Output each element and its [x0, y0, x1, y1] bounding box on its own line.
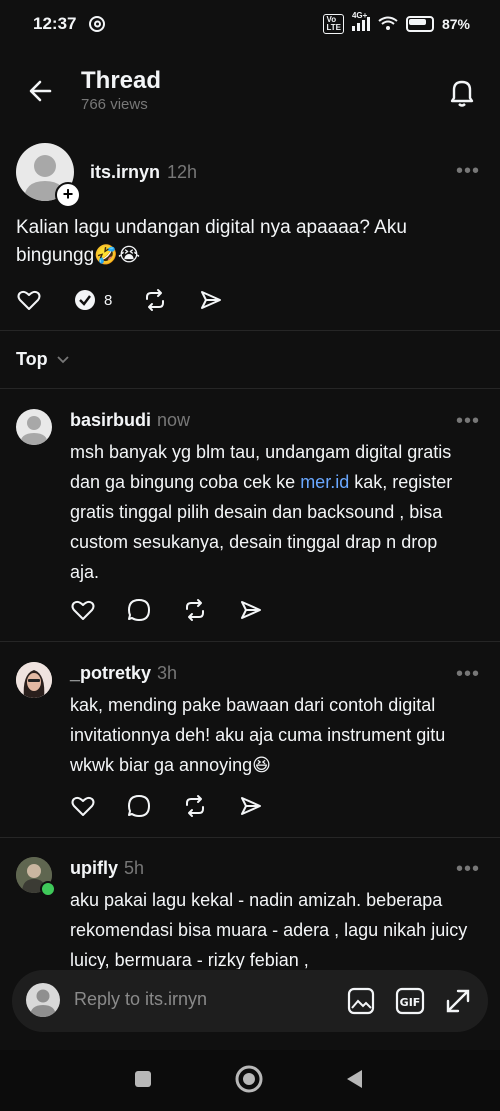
network-type: 4G+ — [351, 11, 368, 20]
reply-text: msh banyak yg blm tau, undangam digital … — [70, 437, 470, 587]
like-button[interactable] — [16, 287, 42, 313]
reply-header: _potretky 3h — [70, 663, 177, 684]
battery-icon — [405, 16, 434, 32]
recents-button[interactable] — [133, 1069, 153, 1089]
sort-label: Top — [16, 349, 48, 369]
repost-button[interactable] — [182, 793, 208, 819]
square-icon — [135, 1071, 151, 1087]
reply-header: basirbudi now — [70, 410, 190, 431]
post-actions: 8 — [16, 287, 254, 313]
image-attach-button[interactable] — [346, 986, 376, 1016]
arrow-left-icon — [29, 80, 52, 102]
more-icon: ••• — [456, 858, 481, 880]
reply-time: 5h — [124, 858, 145, 878]
svg-text:GIF: GIF — [400, 996, 421, 1009]
like-button[interactable] — [70, 793, 96, 819]
repost-icon — [186, 795, 204, 817]
bell-icon — [450, 80, 474, 107]
composer-avatar — [26, 983, 60, 1017]
reply-input[interactable]: Reply to its.irnyn — [74, 989, 207, 1010]
heart-icon — [71, 600, 95, 620]
notification-bell-button[interactable] — [444, 74, 480, 110]
wifi-icon — [378, 16, 398, 32]
battery-percent: 87% — [441, 16, 470, 32]
reply-more-button[interactable]: ••• — [456, 858, 480, 881]
repost-button[interactable] — [182, 597, 208, 623]
system-nav-bar — [0, 1050, 500, 1111]
heart-icon — [17, 290, 41, 310]
back-nav-button[interactable] — [343, 1067, 365, 1091]
divider — [0, 330, 500, 331]
reply-text: kak, mending pake bawaan dari contoh dig… — [70, 695, 446, 775]
reply-time: now — [157, 410, 191, 430]
expand-icon — [446, 989, 470, 1013]
triangle-back-icon — [347, 1070, 362, 1088]
reply-count: 8 — [104, 291, 113, 309]
more-icon: ••• — [456, 410, 481, 432]
repost-icon — [186, 599, 204, 621]
heart-icon — [71, 796, 95, 816]
post-time: 12h — [167, 162, 198, 182]
repost-button[interactable] — [142, 287, 168, 313]
reply-button[interactable] — [72, 287, 98, 313]
sort-dropdown[interactable]: Top — [16, 349, 70, 370]
page-title: Thread — [81, 67, 162, 94]
volte-icon: Vo LTE — [323, 14, 344, 34]
more-icon: ••• — [456, 160, 481, 182]
home-button[interactable] — [234, 1064, 264, 1094]
reply-time: 3h — [157, 663, 178, 683]
circle-icon — [235, 1065, 263, 1093]
reply-avatar[interactable] — [16, 662, 52, 698]
image-icon — [347, 987, 375, 1015]
share-button[interactable] — [238, 597, 264, 623]
divider — [0, 641, 500, 642]
back-button[interactable] — [24, 74, 58, 108]
repost-icon — [146, 289, 165, 311]
more-icon: ••• — [456, 663, 481, 685]
signal-icon: 4G+ — [351, 11, 370, 31]
reply-header: upifly 5h — [70, 858, 144, 879]
reply-more-button[interactable]: ••• — [456, 410, 480, 433]
comment-button[interactable] — [126, 597, 152, 623]
reply-username[interactable]: upifly — [70, 858, 118, 878]
reply-username[interactable]: basirbudi — [70, 410, 151, 430]
status-bar: 12:37 Vo LTE 4G+ 87% — [0, 0, 500, 48]
expand-button[interactable] — [443, 986, 473, 1016]
status-right: Vo LTE 4G+ 87% — [323, 11, 470, 34]
reply-username[interactable]: _potretky — [70, 663, 151, 683]
send-icon — [201, 291, 222, 309]
reply-composer[interactable]: Reply to its.irnyn GIF — [12, 970, 488, 1032]
send-icon — [241, 797, 261, 815]
default-avatar-icon — [30, 989, 56, 1017]
reply-actions — [70, 793, 294, 819]
send-icon — [241, 601, 261, 619]
divider — [0, 837, 500, 838]
reply-text: aku pakai lagu kekal - nadin amizah. beb… — [70, 890, 468, 969]
online-status-dot — [40, 881, 56, 897]
comment-button[interactable] — [126, 793, 152, 819]
reply-more-button[interactable]: ••• — [456, 663, 480, 686]
reply-avatar[interactable] — [16, 409, 52, 445]
post-text: Kalian lagu undangan digital nya apaaaa?… — [16, 217, 407, 266]
divider — [0, 388, 500, 389]
threads-logo-icon — [88, 15, 106, 33]
status-time: 12:37 — [33, 14, 77, 33]
chevron-down-icon — [57, 355, 69, 363]
share-button[interactable] — [198, 287, 224, 313]
profile-photo-icon — [16, 662, 52, 698]
post-more-button[interactable]: ••• — [456, 160, 480, 183]
reply-check-icon — [75, 290, 95, 310]
comment-icon — [128, 599, 150, 621]
gif-button[interactable]: GIF — [395, 986, 425, 1016]
comment-icon — [128, 795, 150, 817]
default-avatar-icon — [20, 416, 48, 445]
gif-icon: GIF — [395, 987, 425, 1015]
share-button[interactable] — [238, 793, 264, 819]
post-username[interactable]: its.irnyn — [90, 162, 160, 183]
follow-plus-button[interactable]: + — [55, 182, 81, 208]
view-count: 766 views — [81, 96, 148, 113]
reply-link[interactable]: mer.id — [300, 472, 349, 492]
reply-actions — [70, 597, 294, 623]
like-button[interactable] — [70, 597, 96, 623]
